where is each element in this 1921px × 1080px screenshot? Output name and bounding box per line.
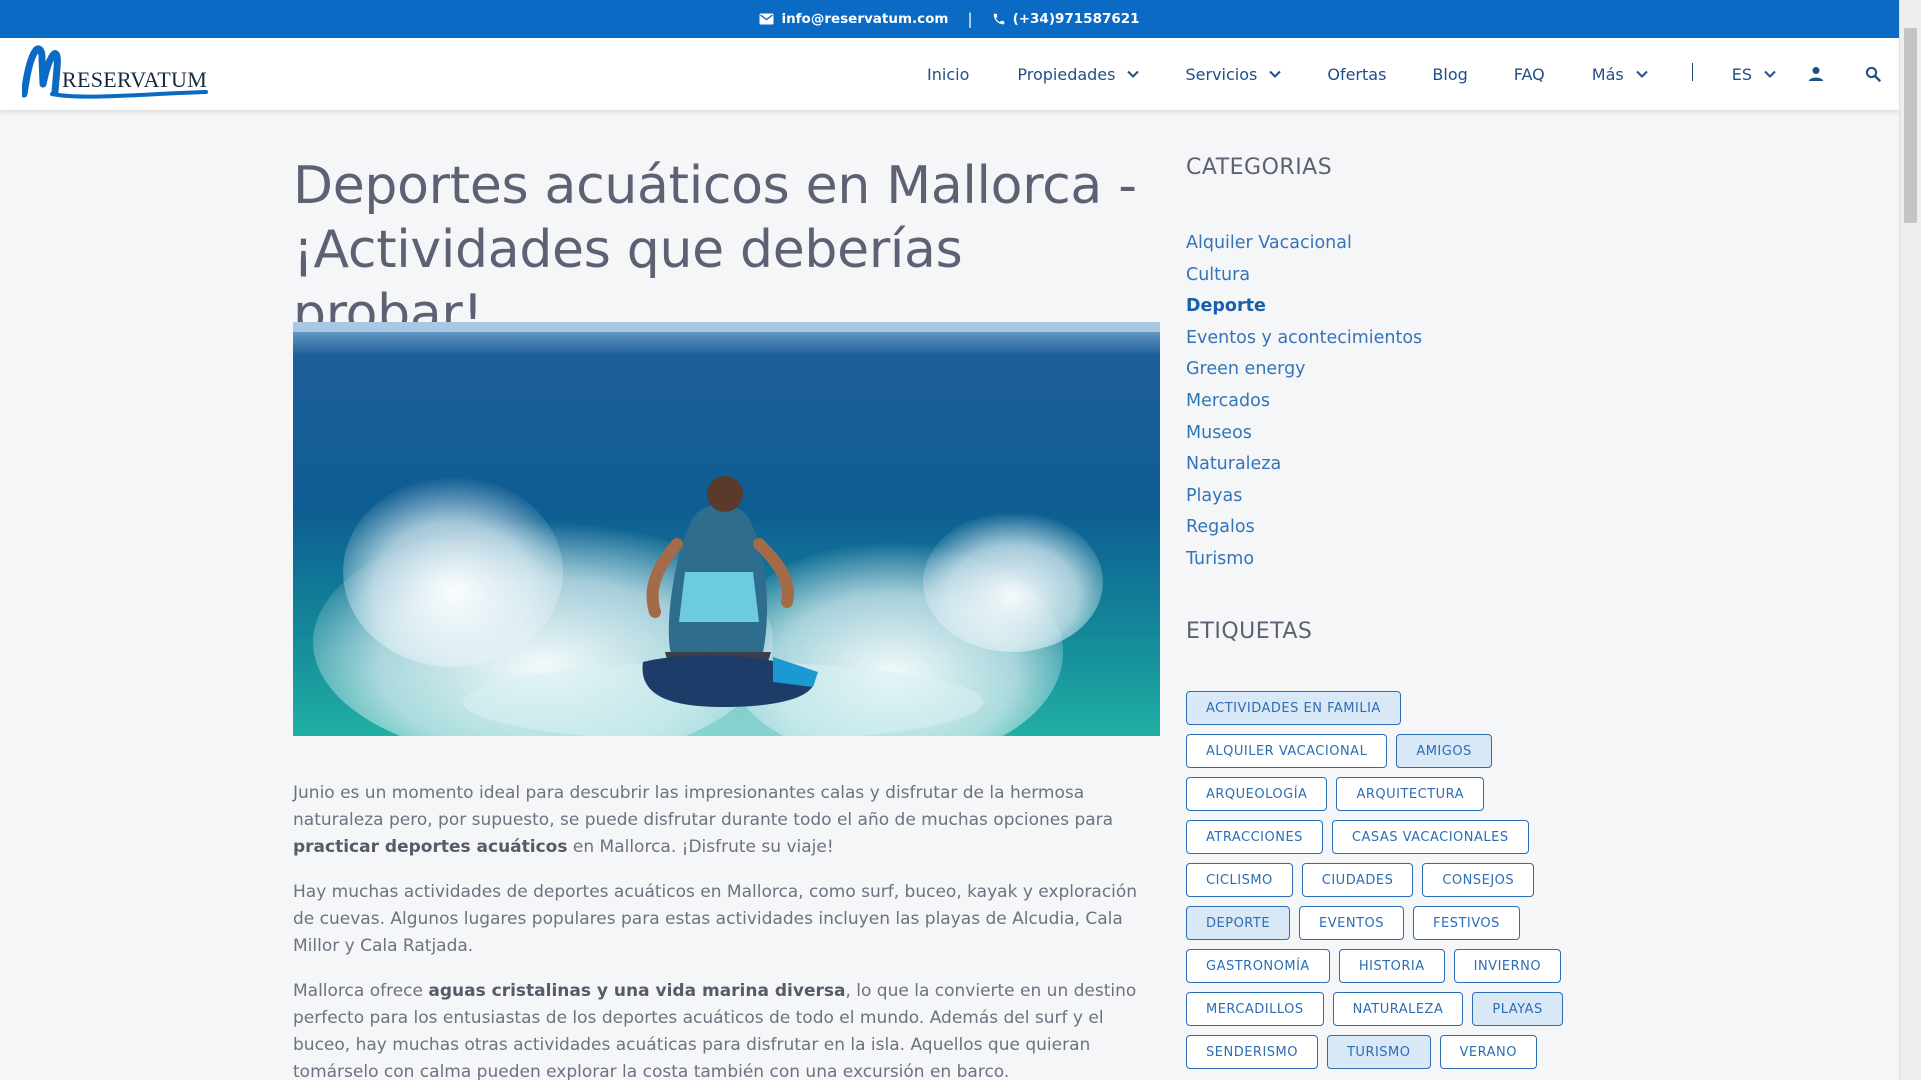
jet-ski-photo <box>293 322 1160 736</box>
tag-chip[interactable]: PLAYAS <box>1472 992 1563 1026</box>
main-nav: Inicio Propiedades Servicios Ofertas Blo… <box>927 38 1899 110</box>
mail-icon <box>759 13 774 25</box>
nav-servicios[interactable]: Servicios <box>1185 64 1282 84</box>
phone-link[interactable]: (+34)971587621 <box>992 11 1140 27</box>
nav-faq[interactable]: FAQ <box>1514 65 1545 84</box>
tag-chip[interactable]: SENDERISMO <box>1186 1035 1318 1069</box>
tags-heading: ETIQUETAS <box>1186 619 1313 644</box>
tag-chip[interactable]: ARQUEOLOGÍA <box>1186 777 1328 811</box>
article-title: Deportes acuáticos en Mallorca - ¡Activi… <box>293 156 1137 344</box>
tag-chip[interactable]: NATURALEZA <box>1332 992 1464 1026</box>
search-icon <box>1865 66 1881 82</box>
p3-text-start: Mallorca ofrece <box>293 981 429 1001</box>
nav-blog-label: Blog <box>1432 64 1468 84</box>
paragraph-2: Hay muchas actividades de deportes acuát… <box>293 882 1138 956</box>
page-scrollbar[interactable] <box>1899 0 1921 1080</box>
category-link[interactable]: Museos <box>1186 418 1422 450</box>
site-logo[interactable]: RESERVATUM <box>20 44 208 100</box>
contact-bar: info@reservatum.com | (+34)971587621 <box>0 0 1899 38</box>
category-link[interactable]: Cultura <box>1186 260 1422 292</box>
phone-icon <box>993 13 1004 25</box>
p1-text-start: Junio es un momento ideal para descubrir… <box>293 783 1114 830</box>
nav-faq-label: FAQ <box>1513 64 1545 84</box>
tag-chip[interactable]: CICLISMO <box>1186 863 1293 897</box>
category-link[interactable]: Eventos y acontecimientos <box>1186 323 1422 355</box>
tag-chip[interactable]: TURISMO <box>1326 1035 1431 1069</box>
nav-mas-label: Más <box>1591 64 1624 84</box>
p3-bold: aguas cristalinas y una vida marina dive… <box>428 981 846 1001</box>
tag-chip[interactable]: VERANO <box>1439 1035 1537 1069</box>
search-button[interactable] <box>1865 66 1881 82</box>
p1-text-end: en Mallorca. ¡Disfrute su viaje! <box>567 837 834 857</box>
hero-image <box>293 322 1160 736</box>
category-link[interactable]: Turismo <box>1186 544 1422 576</box>
p1-bold: practicar deportes acuáticos <box>293 837 568 857</box>
phone-text: (+34)971587621 <box>1012 11 1140 27</box>
category-link[interactable]: Regalos <box>1186 512 1422 544</box>
nav-ofertas[interactable]: Ofertas <box>1327 65 1386 84</box>
categories-heading: CATEGORIAS <box>1186 155 1333 180</box>
nav-inicio[interactable]: Inicio <box>927 65 969 84</box>
tag-chip[interactable]: ARQUITECTURA <box>1336 777 1485 811</box>
chevron-down-icon <box>1636 70 1648 78</box>
nav-propiedades-label: Propiedades <box>1017 64 1116 84</box>
paragraph-1: Junio es un momento ideal para descubrir… <box>293 780 1160 861</box>
tag-chip[interactable]: GASTRONOMÍA <box>1186 949 1330 983</box>
tag-chip[interactable]: CIUDADES <box>1301 863 1414 897</box>
category-link[interactable]: Playas <box>1186 481 1422 513</box>
tag-chip[interactable]: INVIERNO <box>1453 949 1562 983</box>
tag-chip[interactable]: FESTIVOS <box>1413 906 1520 940</box>
email-link[interactable]: info@reservatum.com <box>759 11 949 27</box>
nav-inicio-label: Inicio <box>927 64 970 84</box>
site-header: RESERVATUM Inicio Propiedades Servicios … <box>0 38 1899 110</box>
chevron-down-icon <box>1269 70 1282 78</box>
nav-blog[interactable]: Blog <box>1432 65 1467 84</box>
paragraph-3: Mallorca ofrece aguas cristalinas y una … <box>293 978 1160 1080</box>
nav-ofertas-label: Ofertas <box>1327 64 1387 84</box>
article-body: Junio es un momento ideal para descubrir… <box>293 780 1160 1080</box>
language-selector[interactable]: ES <box>1732 65 1776 84</box>
user-icon <box>1809 67 1823 81</box>
chevron-down-icon <box>1764 70 1776 78</box>
tag-chip[interactable]: ALQUILER VACACIONAL <box>1186 734 1388 768</box>
reservatum-logo: RESERVATUM <box>20 45 208 99</box>
tag-chip[interactable]: MERCADILLOS <box>1186 992 1324 1026</box>
contact-separator: | <box>967 10 973 28</box>
nav-divider <box>1691 63 1693 81</box>
tag-chip[interactable]: HISTORIA <box>1338 949 1445 983</box>
email-text: info@reservatum.com <box>781 11 949 27</box>
category-link[interactable]: Alquiler Vacacional <box>1186 228 1422 260</box>
logo-wordmark: RESERVATUM <box>62 67 207 92</box>
tag-chip[interactable]: ATRACCIONES <box>1186 820 1323 854</box>
tag-chip[interactable]: CASAS VACACIONALES <box>1331 820 1529 854</box>
tags-cloud: ACTIVIDADES EN FAMILIA ALQUILER VACACIONA… <box>1186 691 1606 1069</box>
chevron-down-icon <box>1127 70 1140 78</box>
nav-mas[interactable]: Más <box>1592 65 1648 84</box>
tag-chip[interactable]: ACTIVIDADES EN FAMILIA <box>1186 691 1401 725</box>
category-link[interactable]: Deporte <box>1186 291 1422 323</box>
categories-list: Alquiler Vacacional Cultura Deporte Eventos… <box>1186 228 1422 576</box>
language-label: ES <box>1731 64 1752 84</box>
category-link[interactable]: Green energy <box>1186 354 1422 386</box>
account-button[interactable] <box>1808 66 1824 82</box>
nav-servicios-label: Servicios <box>1185 64 1258 84</box>
nav-propiedades[interactable]: Propiedades <box>1017 64 1140 84</box>
category-link[interactable]: Mercados <box>1186 386 1422 418</box>
category-link[interactable]: Naturaleza <box>1186 449 1422 481</box>
tag-chip[interactable]: DEPORTE <box>1186 906 1291 940</box>
tag-chip[interactable]: EVENTOS <box>1299 906 1405 940</box>
tag-chip[interactable]: AMIGOS <box>1396 734 1492 768</box>
scrollbar-thumb[interactable] <box>1904 28 1917 223</box>
tag-chip[interactable]: CONSEJOS <box>1422 863 1535 897</box>
